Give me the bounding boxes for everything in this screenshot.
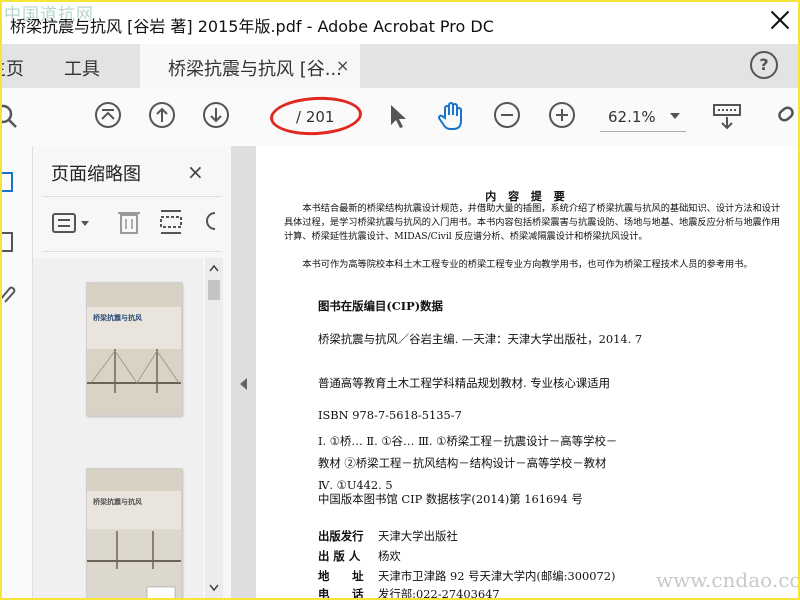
editor-label: 出 版 人: [318, 549, 361, 563]
zoom-in-icon[interactable]: [548, 101, 576, 129]
cip-line-2: 普通高等教育土木工程学科精品规划教材. 专业核心课适用: [318, 376, 611, 390]
bookmarks-icon[interactable]: [0, 230, 18, 254]
page-thumbnail[interactable]: 桥梁抗震与抗风: [86, 282, 182, 416]
document-tab-label: 桥梁抗震与抗风 [谷...: [168, 59, 342, 80]
hand-tool-icon[interactable]: [436, 100, 468, 132]
zoom-underline: [600, 131, 686, 132]
tab-home[interactable]: 主页: [2, 55, 24, 81]
collapse-panel-icon[interactable]: [240, 378, 247, 390]
delete-page-icon[interactable]: [115, 207, 143, 237]
thumbnail-cover-title: 桥梁抗震与抗风: [93, 498, 142, 506]
first-page-icon[interactable]: [94, 101, 122, 129]
publisher-label: 出版发行: [318, 529, 364, 543]
tab-document[interactable]: 桥梁抗震与抗风 [谷... ×: [140, 44, 360, 88]
window-close-button[interactable]: [768, 8, 792, 32]
app-window: 中国道抗网 桥梁抗震与抗风 [谷岩 著] 2015年版.pdf - Adobe …: [0, 0, 800, 600]
scrollbar-thumb[interactable]: [208, 280, 220, 300]
title-bar: 中国道抗网 桥梁抗震与抗风 [谷岩 著] 2015年版.pdf - Adobe …: [2, 2, 798, 44]
thumbnails-panel: 页面缩略图 × 桥梁抗震与抗风 桥梁抗震与抗风: [33, 146, 232, 598]
pdf-page: 内 容 提 要 本书结合最新的桥梁结构抗震设计规范，并借助大量的插图，系统介绍了…: [256, 146, 798, 598]
navigation-rail: [2, 146, 33, 598]
cip-title: 图书在版编目(CIP)数据: [318, 299, 443, 313]
cip-line-3: ISBN 978-7-5618-5135-7: [318, 408, 462, 422]
rotate-page-icon[interactable]: [203, 209, 221, 235]
tab-row: 主页 工具 桥梁抗震与抗风 [谷... × ?: [2, 44, 798, 88]
thumbnail-cover-title: 桥梁抗震与抗风: [93, 314, 142, 322]
next-page-icon[interactable]: [202, 101, 230, 129]
zoom-level-select[interactable]: 62.1%: [608, 108, 656, 126]
tab-tools[interactable]: 工具: [64, 55, 100, 81]
panel-toolbar: [43, 196, 221, 252]
zoom-dropdown-chevron-icon[interactable]: [670, 113, 680, 119]
search-icon[interactable]: [0, 103, 22, 131]
zoom-out-icon[interactable]: [493, 101, 521, 129]
editor-value: 杨欢: [378, 549, 401, 563]
attachments-icon[interactable]: [0, 282, 18, 306]
keyboard-icon[interactable]: [712, 102, 744, 132]
watermark-bottom: www.cndao.com: [656, 568, 798, 592]
select-cursor-icon[interactable]: [386, 103, 410, 131]
page-thumbnails-icon[interactable]: [0, 170, 18, 194]
page-thumbnail[interactable]: 桥梁抗震与抗风: [86, 468, 182, 598]
scroll-down-icon[interactable]: [209, 584, 219, 592]
link-icon[interactable]: [776, 103, 798, 131]
help-button[interactable]: ?: [750, 51, 778, 79]
thumbnail-scrollbar[interactable]: [205, 258, 223, 598]
address-label: 地 址: [318, 569, 364, 583]
options-menu-icon[interactable]: [51, 211, 95, 235]
bridge-image: [87, 529, 181, 598]
close-tab-icon[interactable]: ×: [336, 56, 349, 75]
document-viewer: 内 容 提 要 本书结合最新的桥梁结构抗震设计规范，并借助大量的插图，系统介绍了…: [232, 146, 798, 598]
phone-label: 电 话: [318, 587, 364, 600]
cip-line-5: 中国版本图书馆 CIP 数据核字(2014)第 161694 号: [318, 492, 583, 506]
thumbnail-list: 桥梁抗震与抗风 1 桥梁抗震与抗风: [33, 258, 203, 598]
summary-paragraph-2: 本书可作为高等院校本科土木工程专业的桥梁工程专业方向教学用书，也可作为桥梁工程技…: [302, 259, 753, 270]
cip-line-4: Ⅰ. ①桥… Ⅱ. ①谷… Ⅲ. ①桥梁工程－抗震设计－高等学校－教材 ②桥梁工…: [318, 434, 618, 492]
toolbar: / 201 62.1%: [2, 88, 798, 147]
panel-title: 页面缩略图: [51, 164, 141, 185]
panel-close-icon[interactable]: ×: [187, 160, 204, 184]
phone-value: 发行部:022-27403647: [378, 587, 500, 600]
cip-line-1: 桥梁抗震与抗风／谷岩主编. —天津：天津大学出版社，2014. 7: [318, 332, 643, 346]
window-title: 桥梁抗震与抗风 [谷岩 著] 2015年版.pdf - Adobe Acroba…: [10, 17, 494, 36]
previous-page-icon[interactable]: [148, 101, 176, 129]
publisher-value: 天津大学出版社: [378, 529, 458, 543]
address-value: 天津市卫津路 92 号天津大学内(邮编:300072): [378, 569, 616, 583]
extract-pages-icon[interactable]: [157, 207, 187, 237]
summary-paragraph-1: 本书结合最新的桥梁结构抗震设计规范，并借助大量的插图，系统介绍了桥梁抗震与抗风的…: [284, 203, 781, 242]
bridge-image: [87, 349, 181, 415]
scroll-up-icon[interactable]: [209, 264, 219, 272]
